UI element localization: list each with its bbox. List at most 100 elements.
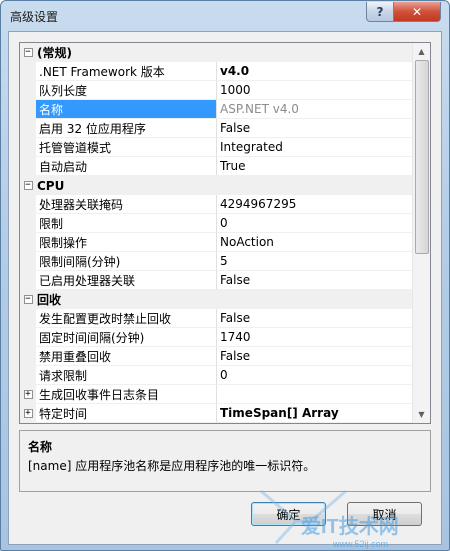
category-row[interactable]: − 回收 <box>20 290 413 309</box>
category-label: CPU <box>37 178 65 193</box>
row-gutter <box>20 233 36 252</box>
row-gutter[interactable]: − <box>20 290 36 309</box>
property-name: 限制间隔(分钟) <box>36 252 217 271</box>
property-name: 限制操作 <box>36 233 217 252</box>
cancel-button-label: 取消 <box>372 507 397 522</box>
property-name: 自动启动 <box>36 157 217 176</box>
property-value[interactable]: 4294967295 <box>217 195 413 214</box>
close-button[interactable]: ✕ <box>393 2 441 22</box>
property-row[interactable]: 名称 ASP.NET v4.0 <box>20 100 413 119</box>
property-value[interactable]: Integrated <box>217 138 413 157</box>
expand-icon[interactable]: + <box>23 390 33 399</box>
row-gutter <box>20 195 36 214</box>
help-icon: ? <box>376 4 384 19</box>
property-name: 处理器关联掩码 <box>36 195 217 214</box>
property-name: 启用 32 位应用程序 <box>36 119 217 138</box>
row-gutter <box>20 157 36 176</box>
property-name: 发生配置更改时禁止回收 <box>36 309 217 328</box>
description-text: [name] 应用程序池名称是应用程序池的唯一标识符。 <box>28 459 316 473</box>
property-value[interactable]: TimeSpan[] Array <box>217 404 413 423</box>
collapse-icon[interactable]: − <box>23 48 33 57</box>
property-name: 托管管道模式 <box>36 138 217 157</box>
row-gutter <box>20 100 36 119</box>
property-name: 固定时间间隔(分钟) <box>36 328 217 347</box>
property-row[interactable]: + 特定时间 TimeSpan[] Array <box>20 404 413 423</box>
property-row[interactable]: 请求限制 0 <box>20 366 413 385</box>
advanced-settings-dialog: 高级设置 ? ✕ − (常规) .NET Framework 版本 v4.0 队列长度 1… <box>0 0 450 551</box>
ok-button[interactable]: 确定 <box>251 502 326 526</box>
property-name: 限制 <box>36 214 217 233</box>
property-name: 请求限制 <box>36 366 217 385</box>
row-gutter <box>20 366 36 385</box>
property-value[interactable]: v4.0 <box>217 62 413 81</box>
property-row[interactable]: 限制 0 <box>20 214 413 233</box>
property-value[interactable]: False <box>217 347 413 366</box>
row-gutter[interactable]: + <box>20 385 36 404</box>
property-row[interactable]: 禁用重叠回收 False <box>20 347 413 366</box>
cancel-button[interactable]: 取消 <box>347 502 422 526</box>
row-gutter <box>20 138 36 157</box>
expand-icon[interactable]: + <box>23 409 33 418</box>
property-value[interactable]: 1000 <box>217 81 413 100</box>
property-name: 禁用重叠回收 <box>36 347 217 366</box>
row-gutter[interactable]: − <box>20 43 36 62</box>
row-gutter <box>20 328 36 347</box>
property-value[interactable]: 0 <box>217 366 413 385</box>
property-value[interactable]: True <box>217 157 413 176</box>
property-row[interactable]: + 生成回收事件日志条目 <box>20 385 413 404</box>
property-value: ASP.NET v4.0 <box>217 100 413 119</box>
category-row[interactable]: − (常规) <box>20 43 413 62</box>
scroll-down-icon[interactable]: ▼ <box>413 406 430 423</box>
property-value[interactable] <box>217 385 413 404</box>
property-value[interactable]: 5 <box>217 252 413 271</box>
property-value[interactable]: False <box>217 119 413 138</box>
property-row[interactable]: 限制间隔(分钟) 5 <box>20 252 413 271</box>
scroll-up-icon[interactable]: ▲ <box>413 43 430 60</box>
category-label: 回收 <box>37 293 62 307</box>
vertical-scrollbar[interactable]: ▲ ▼ <box>412 43 430 423</box>
property-row[interactable]: 固定时间间隔(分钟) 1740 <box>20 328 413 347</box>
property-value[interactable]: NoAction <box>217 233 413 252</box>
property-value[interactable]: False <box>217 309 413 328</box>
title-bar[interactable]: 高级设置 ? ✕ <box>1 1 449 31</box>
property-row[interactable]: .NET Framework 版本 v4.0 <box>20 62 413 81</box>
row-gutter <box>20 119 36 138</box>
property-name: 队列长度 <box>36 81 217 100</box>
property-name: 特定时间 <box>36 404 217 423</box>
property-grid[interactable]: − (常规) .NET Framework 版本 v4.0 队列长度 1000 名称 ASP.… <box>19 42 431 424</box>
property-name: 名称 <box>36 100 217 119</box>
description-panel: 名称 [name] 应用程序池名称是应用程序池的唯一标识符。 <box>19 430 431 492</box>
collapse-icon[interactable]: − <box>23 295 33 304</box>
row-gutter[interactable]: + <box>20 404 36 423</box>
row-gutter <box>20 309 36 328</box>
ok-button-label: 确定 <box>276 507 301 522</box>
category-row[interactable]: − CPU <box>20 176 413 195</box>
property-row[interactable]: 托管管道模式 Integrated <box>20 138 413 157</box>
property-row[interactable]: 发生配置更改时禁止回收 False <box>20 309 413 328</box>
property-value[interactable]: 0 <box>217 214 413 233</box>
description-title: 名称 <box>28 440 53 454</box>
property-value[interactable]: 1740 <box>217 328 413 347</box>
help-button[interactable]: ? <box>366 2 394 22</box>
row-gutter <box>20 81 36 100</box>
property-row[interactable]: 队列长度 1000 <box>20 81 413 100</box>
property-name: .NET Framework 版本 <box>36 62 217 81</box>
property-row[interactable]: 已启用处理器关联 False <box>20 271 413 290</box>
window-title: 高级设置 <box>10 10 59 24</box>
row-gutter <box>20 214 36 233</box>
property-row[interactable]: 自动启动 True <box>20 157 413 176</box>
property-name: 已启用处理器关联 <box>36 271 217 290</box>
property-row[interactable]: 启用 32 位应用程序 False <box>20 119 413 138</box>
row-gutter <box>20 62 36 81</box>
row-gutter <box>20 347 36 366</box>
close-icon: ✕ <box>411 4 423 19</box>
row-gutter <box>20 271 36 290</box>
row-gutter[interactable]: − <box>20 176 36 195</box>
collapse-icon[interactable]: − <box>23 181 33 190</box>
category-label: (常规) <box>37 46 72 60</box>
property-row[interactable]: 限制操作 NoAction <box>20 233 413 252</box>
property-row[interactable]: 处理器关联掩码 4294967295 <box>20 195 413 214</box>
property-value[interactable]: False <box>217 271 413 290</box>
dialog-client-area: − (常规) .NET Framework 版本 v4.0 队列长度 1000 名称 ASP.… <box>8 31 442 545</box>
scroll-thumb[interactable] <box>415 60 429 254</box>
